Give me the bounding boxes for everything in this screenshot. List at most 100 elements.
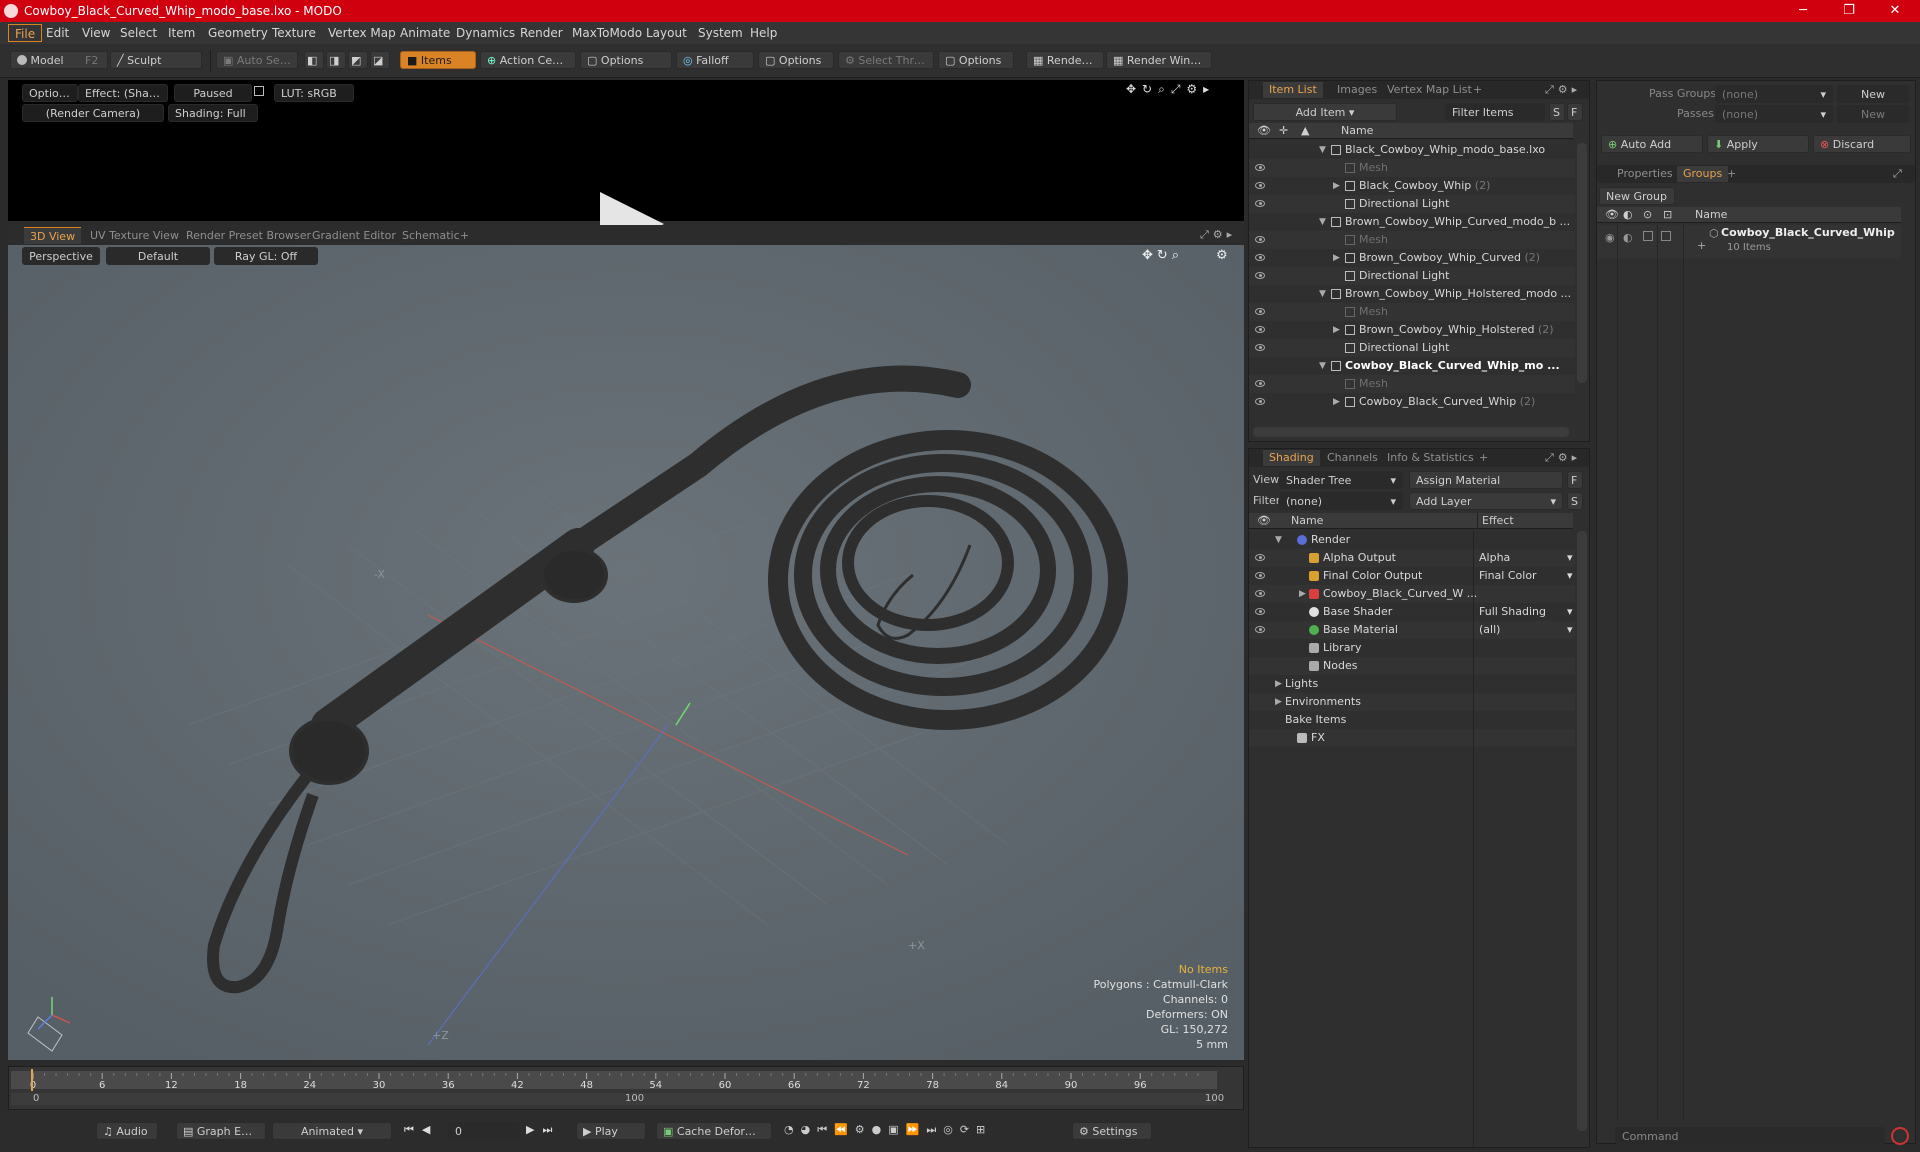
shader-row[interactable]: ▶ Lights [1249, 675, 1575, 693]
action-options-button[interactable]: ▢ Options [580, 51, 672, 69]
shader-row[interactable]: Base Shader Full Shading ▾ [1249, 603, 1575, 621]
menu-animate[interactable]: Animate [394, 24, 456, 42]
visibility-eye-icon[interactable] [1255, 272, 1265, 279]
expand-arrow-icon[interactable]: ▶ [1333, 249, 1340, 267]
tab-item-list[interactable]: Item List [1263, 82, 1323, 98]
add-panel-tab-button[interactable]: + [1467, 82, 1488, 98]
preview-options-button[interactable]: Options [22, 84, 78, 102]
tab-channels[interactable]: Channels [1321, 450, 1384, 466]
auto-add-button[interactable]: ⊕ Auto Add [1601, 135, 1703, 153]
key-tools-icons[interactable]: ◔◕⏮⏪⚙●▣⏩⏭◎⟳⊞ [784, 1123, 992, 1137]
filter-items-input[interactable]: Filter Items [1445, 103, 1545, 121]
preview-nav-icons[interactable]: ✥↻⌕⤢⚙▸ [1126, 82, 1215, 97]
collapse-arrow-icon[interactable]: ▼ [1319, 213, 1326, 231]
preview-effect-dropdown[interactable]: Effect: (Shadi... [78, 84, 168, 102]
chevron-down-icon[interactable]: ▾ [1567, 621, 1573, 639]
shader-row[interactable]: FX [1249, 729, 1575, 747]
collapse-arrow-icon[interactable]: ▼ [1319, 141, 1326, 159]
item-row[interactable]: ▼ Black_Cowboy_Whip_modo_base.lxo [1249, 141, 1575, 159]
passes-dropdown[interactable]: (none) ▾ [1715, 105, 1833, 123]
shader-row[interactable]: ▼ Render [1249, 531, 1575, 549]
apply-button[interactable]: ⬇ Apply [1707, 135, 1809, 153]
maximize-button[interactable]: ❐ [1826, 0, 1872, 22]
timeline[interactable]: 0 6 12 18 24 30 36 42 48 54 60 66 72 78 84 90 96 0 100 1… [8, 1066, 1244, 1110]
menu-layout[interactable]: Layout [640, 24, 693, 42]
shader-row[interactable]: Final Color Output Final Color ▾ [1249, 567, 1575, 585]
tab-vertex-map-list[interactable]: Vertex Map List [1381, 82, 1478, 98]
graph-editor-button[interactable]: ▤ Graph Editor [176, 1122, 266, 1140]
item-row[interactable]: ▶ Brown_Cowboy_Whip_Curved (2) [1249, 249, 1575, 267]
visibility-eye-icon[interactable] [1255, 554, 1265, 561]
expand-arrow-icon[interactable]: ▼ [1275, 531, 1282, 549]
select-through-button[interactable]: ⚙ Select Through [838, 51, 934, 69]
item-list-s-button[interactable]: S [1549, 103, 1565, 121]
lock-checkbox[interactable] [1643, 231, 1653, 241]
materials-mode-icon[interactable]: ◪ [370, 51, 390, 69]
shading-f-button[interactable]: F [1567, 471, 1583, 489]
expand-arrow-icon[interactable]: ▶ [1333, 393, 1340, 411]
panel-expand-icons[interactable]: ⤢⚙▸ [1545, 451, 1581, 465]
select-options-button[interactable]: ▢ Options [938, 51, 1014, 69]
shader-tree-scrollbar[interactable] [1577, 531, 1587, 1131]
menu-render[interactable]: Render [514, 24, 569, 42]
item-row[interactable]: ▶ Cowboy_Black_Curved_Whip (2) [1249, 393, 1575, 411]
viewport-expand-icons[interactable]: ⤢⚙▸ [1200, 228, 1236, 242]
prev-key-icons[interactable]: ⏮◀ [404, 1123, 438, 1137]
next-key-icons[interactable]: ▶⏭ [526, 1123, 560, 1137]
frame-field[interactable]: 0 [448, 1122, 520, 1140]
assign-material-button[interactable]: Assign Material [1409, 471, 1563, 489]
item-row[interactable]: Directional Light [1249, 195, 1575, 213]
minimize-button[interactable]: ─ [1780, 0, 1826, 22]
shader-filter-dropdown[interactable]: (none) ▾ [1279, 492, 1403, 510]
effect-dropdown[interactable]: Full Shading [1479, 603, 1571, 621]
command-input[interactable]: Command [1615, 1127, 1885, 1145]
menu-item[interactable]: Item [162, 24, 201, 42]
vertices-mode-icon[interactable]: ◧ [304, 51, 324, 69]
discard-button[interactable]: ⊗ Discard [1813, 135, 1911, 153]
preview-status[interactable]: Paused [174, 84, 252, 102]
effect-dropdown[interactable]: Alpha [1479, 549, 1571, 567]
sculpt-mode-button[interactable]: ╱ Sculpt [110, 51, 202, 69]
tab-properties[interactable]: Properties [1611, 166, 1679, 182]
visibility-eye-icon[interactable] [1255, 572, 1265, 579]
menu-texture[interactable]: Texture [266, 24, 322, 42]
auto-select-button[interactable]: ▣ Auto Select [216, 51, 298, 69]
shader-row[interactable]: ▶ Cowboy_Black_Curved_W ... [1249, 585, 1575, 603]
expand-arrow-icon[interactable]: ▶ [1275, 693, 1282, 711]
shading-s-button[interactable]: S [1567, 492, 1583, 510]
item-row[interactable]: Mesh [1249, 159, 1575, 177]
item-row[interactable]: ▼ Brown_Cowboy_Whip_Curved_modo_b ... [1249, 213, 1575, 231]
shader-row[interactable]: Bake Items [1249, 711, 1575, 729]
item-row[interactable]: Mesh [1249, 231, 1575, 249]
shader-row[interactable]: Base Material (all) ▾ [1249, 621, 1575, 639]
menu-select[interactable]: Select [114, 24, 163, 42]
lock-icon[interactable] [254, 86, 264, 96]
menu-view[interactable]: View [76, 24, 116, 42]
3d-viewport[interactable]: -X +X +Z Perspective Default Ray GL: Off… [8, 245, 1244, 1060]
expand-arrow-icon[interactable]: ▶ [1333, 321, 1340, 339]
collapse-arrow-icon[interactable]: ▼ [1319, 357, 1326, 375]
item-row[interactable]: Mesh [1249, 375, 1575, 393]
tab-shading[interactable]: Shading [1263, 450, 1320, 466]
viewport-settings-icon[interactable]: ⚙ [1216, 248, 1228, 263]
raygl-dropdown[interactable]: Ray GL: Off [214, 247, 318, 265]
tab-gradient-editor[interactable]: Gradient Editor [306, 227, 402, 244]
tab-uv-texture-view[interactable]: UV Texture View [84, 227, 185, 244]
select-checkbox[interactable] [1661, 231, 1671, 241]
viewport-nav-icons[interactable]: ✥↻⌕ [1142, 248, 1183, 263]
panel-expand-icon[interactable]: ⤢ [1893, 167, 1902, 181]
menu-edit[interactable]: Edit [40, 24, 75, 42]
settings-button[interactable]: ⚙ Settings [1072, 1122, 1152, 1140]
visibility-eye-icon[interactable] [1255, 626, 1265, 633]
add-item-dropdown[interactable]: Add Item ▾ [1253, 103, 1397, 121]
visibility-eye-icon[interactable] [1255, 308, 1265, 315]
render-toggle-icon[interactable]: ◐ [1623, 231, 1633, 244]
command-record-icon[interactable] [1891, 1127, 1909, 1145]
menu-system[interactable]: System [692, 24, 749, 42]
effect-dropdown[interactable]: (all) [1479, 621, 1571, 639]
collapse-arrow-icon[interactable]: ▼ [1319, 285, 1326, 303]
item-row[interactable]: Directional Light [1249, 339, 1575, 357]
polygons-mode-icon[interactable]: ◩ [348, 51, 368, 69]
render-window-button[interactable]: ▦ Render Window [1106, 51, 1212, 69]
shader-row[interactable]: Alpha Output Alpha ▾ [1249, 549, 1575, 567]
